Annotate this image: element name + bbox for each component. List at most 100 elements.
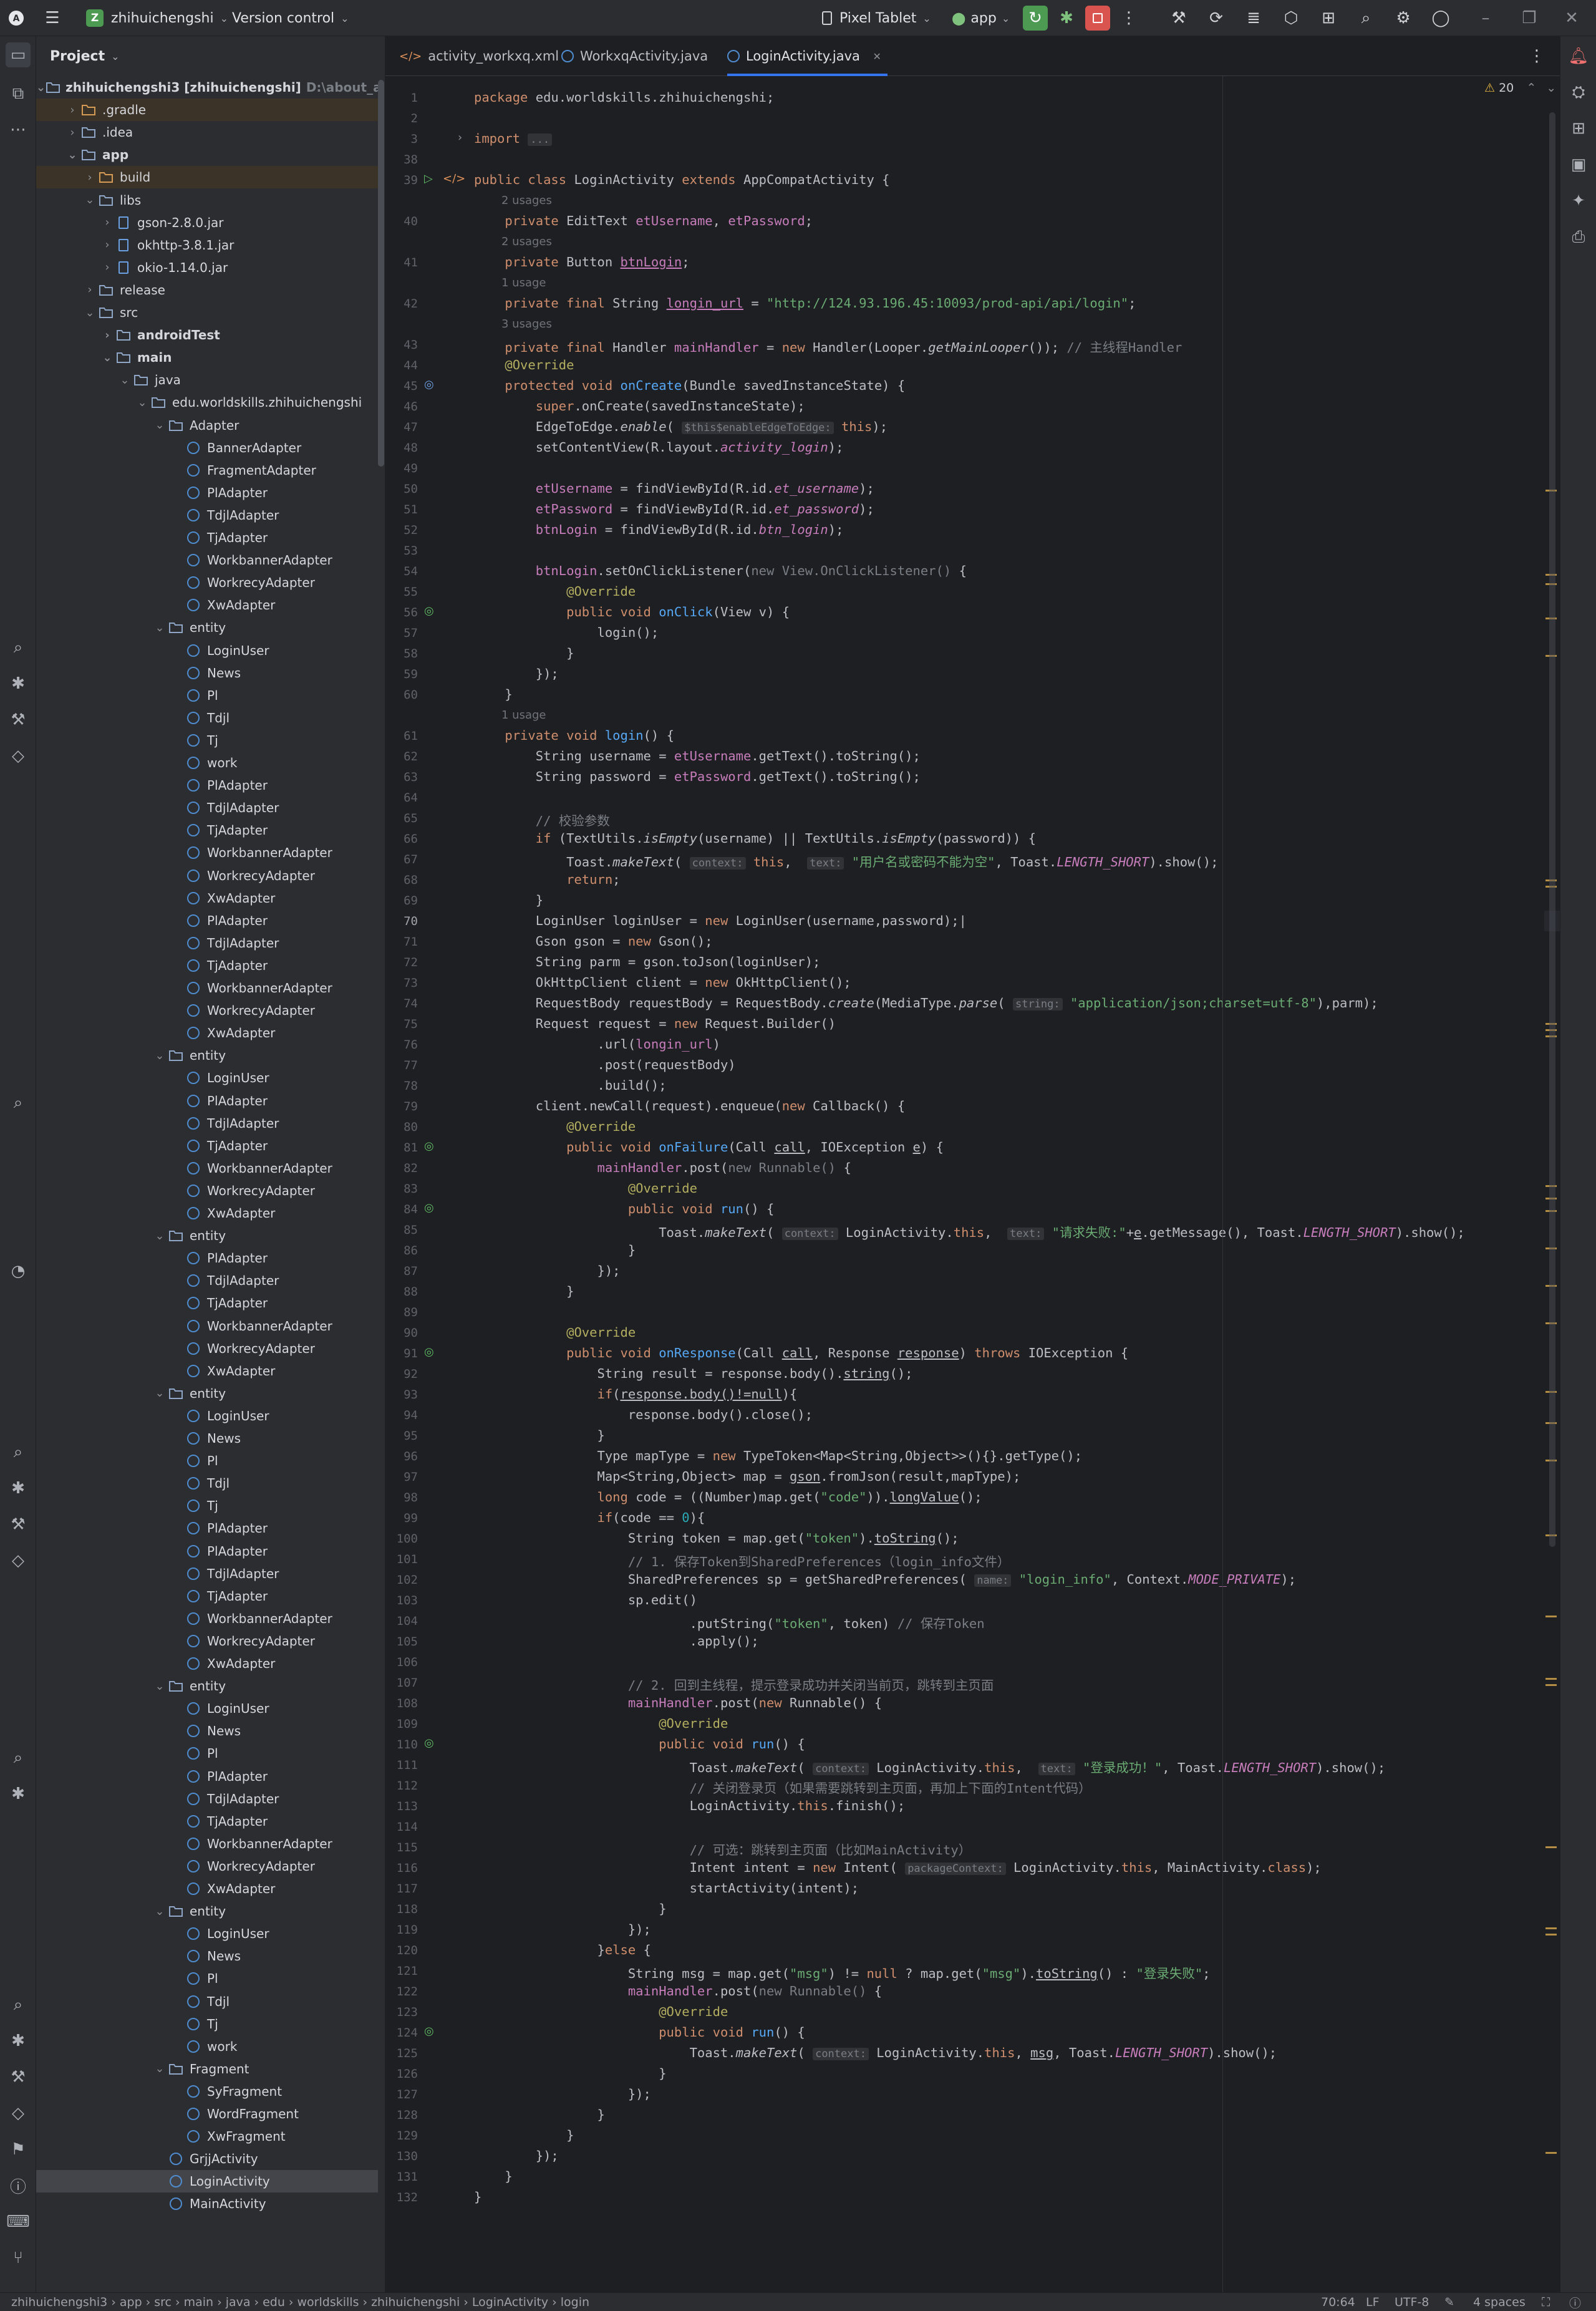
code-line[interactable]: }); [474,1922,651,1937]
code-line[interactable]: public void run() { [474,2025,805,2040]
settings-icon[interactable]: ⚙ [1391,6,1416,31]
tree-node[interactable]: LoginUser [36,1697,378,1720]
tree-node[interactable]: Pl [36,1967,378,1990]
tree-node[interactable]: WorkrecyAdapter [36,1180,378,1202]
code-line[interactable]: // 可选：跳转到主页面（比如MainActivity） [474,1839,972,1858]
chevron-right-icon[interactable]: › [65,126,80,139]
close-icon[interactable]: ✕ [1559,6,1584,31]
code-line[interactable]: // 2. 回到主线程，提示登录成功并关闭当前页，跳转到主页面 [474,1675,994,1693]
code-line[interactable]: public class LoginActivity extends AppCo… [474,172,890,187]
code-line[interactable]: } [474,2107,604,2122]
tree-node[interactable]: › .gradle [36,99,378,122]
build-tool-icon[interactable]: ⚒ [6,707,31,732]
file-encoding[interactable]: UTF-8 [1395,2293,1429,2311]
tree-node[interactable]: TdjlAdapter [36,1788,378,1810]
chevron-down-icon[interactable]: ⌄ [117,374,132,387]
tab-activity-workxq[interactable]: </> activity_workxq.xml [399,36,559,76]
project-panel-header[interactable]: Project ⌄ [36,36,385,76]
tree-node[interactable]: Tdjl [36,1472,378,1495]
code-line[interactable]: .post(requestBody) [474,1057,735,1072]
tree-node[interactable]: ⌄ src [36,301,378,324]
usages-hint[interactable]: 3 usages [501,317,552,331]
fold-chevron-icon[interactable]: › [458,131,462,144]
account-icon[interactable]: ◯ [1428,6,1453,31]
chevron-down-icon[interactable]: ⌄ [82,306,97,319]
logcat-icon[interactable]: ≣ [1241,6,1266,31]
tree-node[interactable]: work [36,2035,378,2058]
code-line[interactable]: @Override [474,1181,697,1196]
tree-node[interactable]: GrjjActivity [36,2148,378,2170]
xml-link-icon[interactable]: </> [443,172,465,185]
code-line[interactable]: public void onFailure(Call call, IOExcep… [474,1140,944,1155]
code-line[interactable]: super.onCreate(savedInstanceState); [474,399,805,414]
tree-node[interactable]: ⌄ main [36,346,378,369]
code-line[interactable]: } [474,1243,636,1257]
minimize-icon[interactable]: – [1473,6,1498,31]
main-menu-icon[interactable]: ☰ [40,6,65,31]
override-gutter-icon[interactable]: ◎ [424,378,434,391]
chevron-down-icon[interactable]: ⌄ [135,396,150,409]
tree-node[interactable]: PlAdapter [36,1540,378,1562]
usages-hint[interactable]: 1 usage [501,276,546,289]
tree-node[interactable]: XwAdapter [36,594,378,616]
code-line[interactable]: Toast.makeText( context: LoginActivity.t… [474,1757,1385,1776]
code-line[interactable]: } [474,1901,666,1916]
code-line[interactable]: String result = response.body().string()… [474,1366,912,1381]
debug-tool-icon[interactable]: ✱ [6,1476,31,1501]
code-line[interactable]: @Override [474,1716,728,1731]
tree-node[interactable]: ⌄ app [36,143,378,166]
chevron-down-icon[interactable]: ⌄ [1546,81,1556,95]
tree-node[interactable]: Pl [36,1742,378,1765]
code-line[interactable]: } [474,893,543,908]
tree-node[interactable]: News [36,662,378,684]
tab-workxq-activity[interactable]: WorkxqActivity.java [561,36,708,76]
code-line[interactable]: OkHttpClient client = new OkHttpClient()… [474,975,851,990]
app-logo-icon[interactable]: A [4,6,29,31]
code-line[interactable]: // 校验参数 [474,810,610,829]
code-line[interactable]: client.newCall(request).enqueue(new Call… [474,1098,905,1113]
chevron-down-icon[interactable]: ⌄ [65,148,80,162]
chevron-right-icon[interactable]: › [100,261,115,274]
tree-node[interactable]: ⌄ Adapter [36,414,378,437]
code-line[interactable]: } [474,2169,512,2184]
tree-node[interactable]: SyFragment [36,2080,378,2103]
app-inspection-icon[interactable]: ⚑ [6,2137,31,2162]
device-manager-icon[interactable]: ⊞ [1566,116,1591,141]
breadcrumb-item[interactable]: app [120,2295,142,2309]
tree-node[interactable]: TjAdapter [36,819,378,841]
tree-node[interactable]: WorkrecyAdapter [36,865,378,887]
code-line[interactable]: // 关闭登录页（如果需要跳转到主页面，再加上下面的Intent代码） [474,1778,1091,1796]
tree-node[interactable]: ⌄ zhihuichengshi3 [zhihuichengshi] D:\abou… [36,76,378,99]
device-manager-icon[interactable]: ⊞ [1316,6,1341,31]
chevron-down-icon[interactable]: ⌄ [152,2062,167,2075]
editor-scrollbar-thumb[interactable] [1549,112,1555,1547]
chevron-down-icon[interactable]: ⌄ [152,1905,167,1918]
implement-gutter-icon[interactable]: ◎ [424,1737,434,1750]
warning-marker[interactable] [1545,1684,1557,1686]
tree-node[interactable]: PlAdapter [36,1517,378,1539]
code-line[interactable]: protected void onCreate(Bundle savedInst… [474,378,905,393]
lock-icon[interactable]: ⛶ [1542,2293,1550,2311]
tree-node[interactable]: ⌄ entity [36,1224,378,1247]
code-line[interactable]: }); [474,2086,651,2101]
tree-node[interactable]: XwFragment [36,2125,378,2148]
code-line[interactable]: @Override [474,357,574,372]
tree-node[interactable]: PlAdapter [36,774,378,797]
breadcrumb-item[interactable]: zhihuichengshi3 [11,2295,107,2309]
search-icon[interactable]: ⌕ [1353,6,1378,31]
debug-tool-icon[interactable]: ✱ [6,671,31,696]
chevron-up-icon[interactable]: ⌃ [1526,81,1536,95]
find-icon[interactable]: ⌕ [6,1745,31,1770]
chevron-right-icon[interactable]: › [100,216,115,229]
code-line[interactable]: }else { [474,1942,650,1957]
code-line[interactable]: String token = map.get("token").toString… [474,1531,959,1546]
tree-node[interactable]: › release [36,279,378,301]
more-actions-icon[interactable]: ⋮ [1116,6,1141,31]
find-icon[interactable]: ⌕ [6,1440,31,1465]
chevron-down-icon[interactable]: ⌄ [152,1049,167,1062]
inspection-widget[interactable]: ⚠ 20 ⌃ ⌄ [1484,81,1556,95]
warning-marker[interactable] [1545,1927,1557,1929]
implement-gutter-icon[interactable]: ◎ [424,1201,434,1214]
usages-hint[interactable]: 2 usages [501,235,552,248]
vcs-selector[interactable]: Version control ⌄ [232,0,349,36]
